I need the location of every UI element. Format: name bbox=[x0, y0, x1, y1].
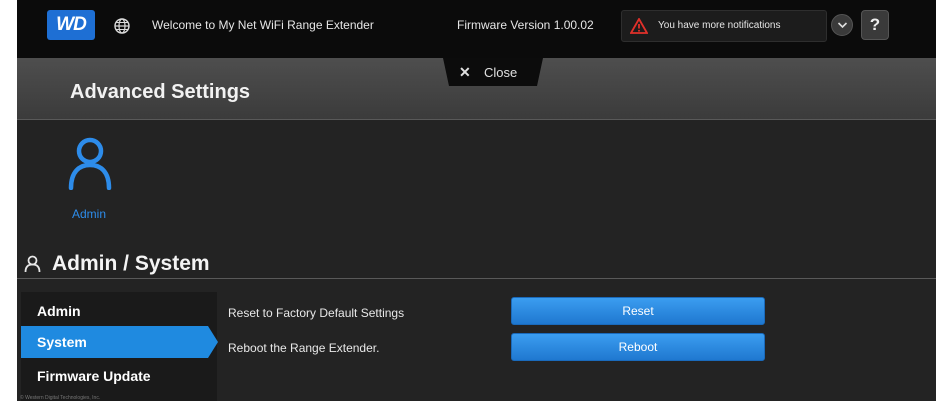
reboot-row-label: Reboot the Range Extender. bbox=[228, 341, 380, 355]
app-window: WD Welcome to My Net WiFi Range Extender… bbox=[17, 0, 936, 401]
nav-item-firmware-update[interactable]: Firmware Update bbox=[21, 360, 217, 392]
nav-item-system[interactable]: System bbox=[21, 326, 208, 358]
settings-nav: Admin System Firmware Update bbox=[21, 292, 218, 401]
close-icon: ✕ bbox=[459, 64, 471, 80]
reset-button[interactable]: Reset bbox=[511, 297, 765, 325]
admin-tile-label: Admin bbox=[72, 207, 107, 221]
admin-tile[interactable]: Admin bbox=[61, 132, 121, 227]
close-button[interactable]: ✕ Close bbox=[443, 58, 543, 86]
active-indicator-arrow bbox=[208, 326, 218, 358]
reset-row-label: Reset to Factory Default Settings bbox=[228, 306, 405, 320]
notification-dropdown-button[interactable] bbox=[831, 14, 853, 36]
page-title: Advanced Settings bbox=[70, 81, 251, 103]
section-title: Admin / System bbox=[52, 252, 210, 275]
section-divider bbox=[17, 278, 936, 279]
user-icon bbox=[68, 137, 112, 190]
chevron-down-icon bbox=[837, 22, 848, 29]
globe-icon[interactable] bbox=[114, 18, 130, 34]
warning-icon bbox=[630, 18, 648, 34]
firmware-version: Firmware Version 1.00.02 bbox=[457, 18, 594, 32]
welcome-text: Welcome to My Net WiFi Range Extender bbox=[152, 18, 374, 32]
user-icon bbox=[24, 255, 41, 273]
nav-item-admin[interactable]: Admin bbox=[21, 295, 217, 327]
help-button[interactable]: ? bbox=[861, 10, 889, 40]
notification-bar[interactable]: You have more notifications bbox=[621, 10, 827, 42]
wd-logo[interactable]: WD bbox=[47, 10, 95, 40]
copyright-text: © Western Digital Technologies, Inc. bbox=[20, 395, 101, 401]
reboot-button[interactable]: Reboot bbox=[511, 333, 765, 361]
close-label: Close bbox=[484, 65, 518, 80]
notification-text: You have more notifications bbox=[658, 20, 781, 31]
top-bar: WD Welcome to My Net WiFi Range Extender… bbox=[17, 0, 936, 58]
